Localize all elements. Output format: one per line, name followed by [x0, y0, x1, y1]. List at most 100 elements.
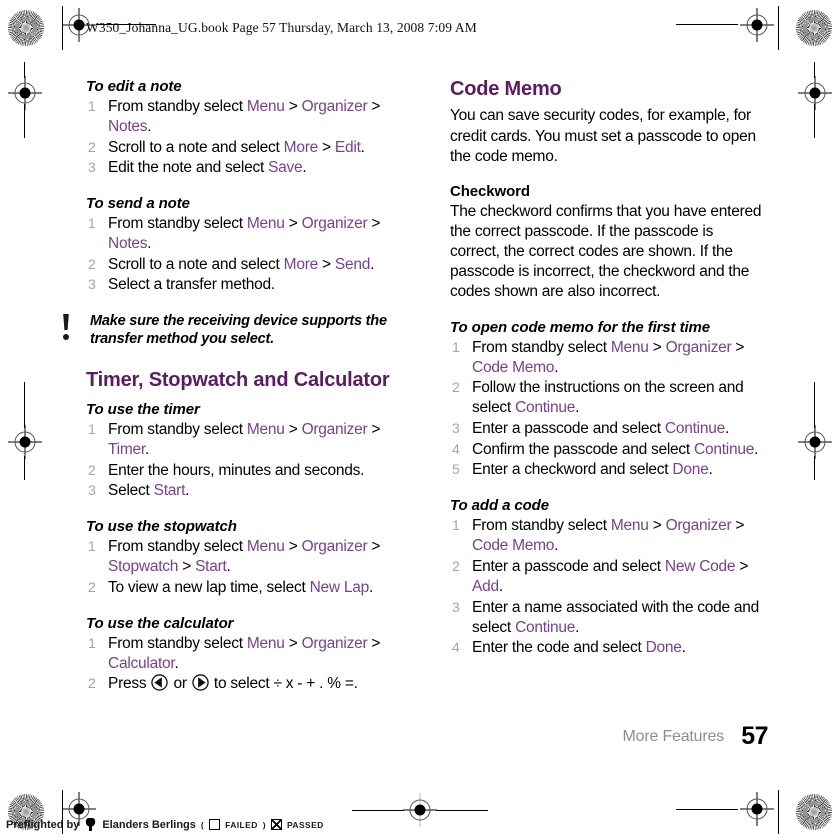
registration-mark-left-lower: [8, 425, 42, 459]
link-menu[interactable]: Menu: [247, 421, 285, 438]
link-menu[interactable]: Menu: [611, 339, 649, 356]
subheading-to-add-a-code: To add a code: [450, 497, 549, 514]
steps-to-use-the-stopwatch: From standby select Menu > Organizer > S…: [86, 537, 406, 598]
link-more[interactable]: More: [284, 139, 319, 156]
link-done[interactable]: Done: [646, 639, 682, 656]
link-organizer[interactable]: Organizer: [302, 215, 368, 232]
link-notes[interactable]: Notes: [108, 235, 148, 252]
preflight-passed-checkbox: [270, 819, 282, 830]
steps-to-use-the-timer: From standby select Menu > Organizer > T…: [86, 420, 406, 502]
heading-timer-stopwatch-calculator: Timer, Stopwatch and Calculator: [86, 368, 390, 391]
subheading-checkword: Checkword: [450, 182, 530, 200]
link-stopwatch[interactable]: Stopwatch: [108, 558, 178, 575]
link-continue[interactable]: Continue: [694, 441, 754, 458]
trim-rule-right-bottom: [778, 790, 779, 834]
register-rule-left-lower-top: [24, 382, 25, 428]
link-menu[interactable]: Menu: [247, 98, 285, 115]
left-column: To edit a note From standby select Menu …: [63, 78, 406, 695]
register-rule-left-lower-bottom: [24, 456, 25, 480]
star-target-top-left: [8, 10, 44, 46]
link-menu[interactable]: Menu: [247, 635, 285, 652]
subheading-to-use-the-timer: To use the timer: [86, 401, 200, 419]
link-code-memo[interactable]: Code Memo: [472, 359, 554, 376]
registration-mark-bottom-center: [403, 793, 437, 827]
link-organizer[interactable]: Organizer: [302, 538, 368, 555]
link-new-code[interactable]: New Code: [665, 558, 736, 575]
preflight-failed-label: FAILED: [225, 819, 258, 830]
step-item: From standby select Menu > Organizer > T…: [88, 420, 381, 459]
link-add[interactable]: Add: [472, 578, 499, 595]
preflight-company: Elanders Berlings: [102, 818, 196, 831]
link-organizer[interactable]: Organizer: [302, 98, 368, 115]
preflight-prefix: Preflighted by: [6, 818, 80, 831]
registration-mark-bottom-right: [740, 792, 774, 826]
link-notes[interactable]: Notes: [108, 118, 148, 135]
link-new-lap[interactable]: New Lap: [310, 579, 370, 596]
preflight-stamp: Preflighted by Elanders Berlings ( FAILE…: [6, 818, 324, 831]
link-organizer[interactable]: Organizer: [666, 339, 732, 356]
elanders-logo-icon: [84, 818, 98, 831]
trim-rule-right: [778, 6, 779, 50]
exclamation-icon: [63, 314, 69, 341]
register-rule-top-right: [676, 24, 738, 25]
step-item: Enter a passcode and select Continue.: [452, 419, 730, 438]
preflight-open-paren: (: [200, 819, 205, 830]
code-memo-intro: You can save security codes, for example…: [450, 107, 756, 165]
link-done[interactable]: Done: [672, 461, 708, 478]
subheading-to-use-the-calculator: To use the calculator: [86, 614, 234, 632]
link-calculator[interactable]: Calculator: [108, 655, 175, 672]
preflight-passed-label: PASSED: [286, 819, 324, 830]
link-edit[interactable]: Edit: [335, 139, 361, 156]
link-save[interactable]: Save: [268, 159, 303, 176]
link-timer[interactable]: Timer: [108, 441, 145, 458]
subheading-to-edit-a-note: To edit a note: [86, 78, 182, 95]
registration-mark-top-right: [740, 8, 774, 42]
steps-to-open-code-memo-first-time: From standby select Menu > Organizer > C…: [450, 338, 762, 481]
link-menu[interactable]: Menu: [247, 538, 285, 555]
footer-page-number: 57: [741, 722, 768, 750]
link-organizer[interactable]: Organizer: [666, 517, 732, 534]
step-item: Enter the hours, minutes and seconds.: [88, 461, 365, 479]
step-item: Select a transfer method.: [88, 275, 275, 294]
step-item: From standby select Menu > Organizer > N…: [88, 214, 381, 253]
step-item: Enter a name associated with the code an…: [452, 598, 760, 636]
link-more[interactable]: More: [284, 256, 319, 273]
step-item: Press or to select ÷ x - + . % =.: [88, 674, 358, 693]
steps-to-use-the-calculator: From standby select Menu > Organizer > C…: [86, 634, 406, 695]
register-rule-left-upper: [24, 104, 25, 138]
link-menu[interactable]: Menu: [611, 517, 649, 534]
link-organizer[interactable]: Organizer: [302, 635, 368, 652]
register-rule-right-lower-bottom: [814, 456, 815, 480]
link-send[interactable]: Send: [335, 256, 370, 273]
registration-mark-left-upper: [8, 76, 42, 110]
link-continue[interactable]: Continue: [665, 420, 725, 437]
link-continue[interactable]: Continue: [515, 619, 575, 636]
link-menu[interactable]: Menu: [247, 215, 285, 232]
step-item: Enter a checkword and select Done.: [452, 460, 713, 479]
link-start[interactable]: Start: [195, 558, 227, 575]
link-code-memo[interactable]: Code Memo: [472, 537, 554, 554]
link-continue[interactable]: Continue: [515, 399, 575, 416]
steps-to-add-a-code: From standby select Menu > Organizer > C…: [450, 516, 762, 658]
registration-mark-right-upper: [798, 76, 832, 110]
link-start[interactable]: Start: [154, 482, 186, 499]
register-rule-bottom-right: [676, 809, 738, 810]
step-item: Scroll to a note and select More > Send.: [88, 255, 375, 273]
register-rule-right-upper-top: [814, 62, 815, 78]
register-rule-right-upper: [814, 104, 815, 138]
step-item: Scroll to a note and select More > Edit.: [88, 138, 365, 156]
nav-key-left-icon: [151, 674, 169, 692]
step-item: Enter the code and select Done.: [452, 638, 686, 657]
tip-note: Make sure the receiving device supports …: [58, 312, 406, 349]
link-organizer[interactable]: Organizer: [302, 421, 368, 438]
subheading-to-use-the-stopwatch: To use the stopwatch: [86, 518, 237, 536]
footer-chapter-name: More Features: [622, 728, 725, 745]
book-header-line: W350_Johanna_UG.book Page 57 Thursday, M…: [86, 20, 477, 35]
steps-to-send-a-note: From standby select Menu > Organizer > N…: [86, 214, 406, 296]
preflight-failed-checkbox: [209, 819, 221, 830]
